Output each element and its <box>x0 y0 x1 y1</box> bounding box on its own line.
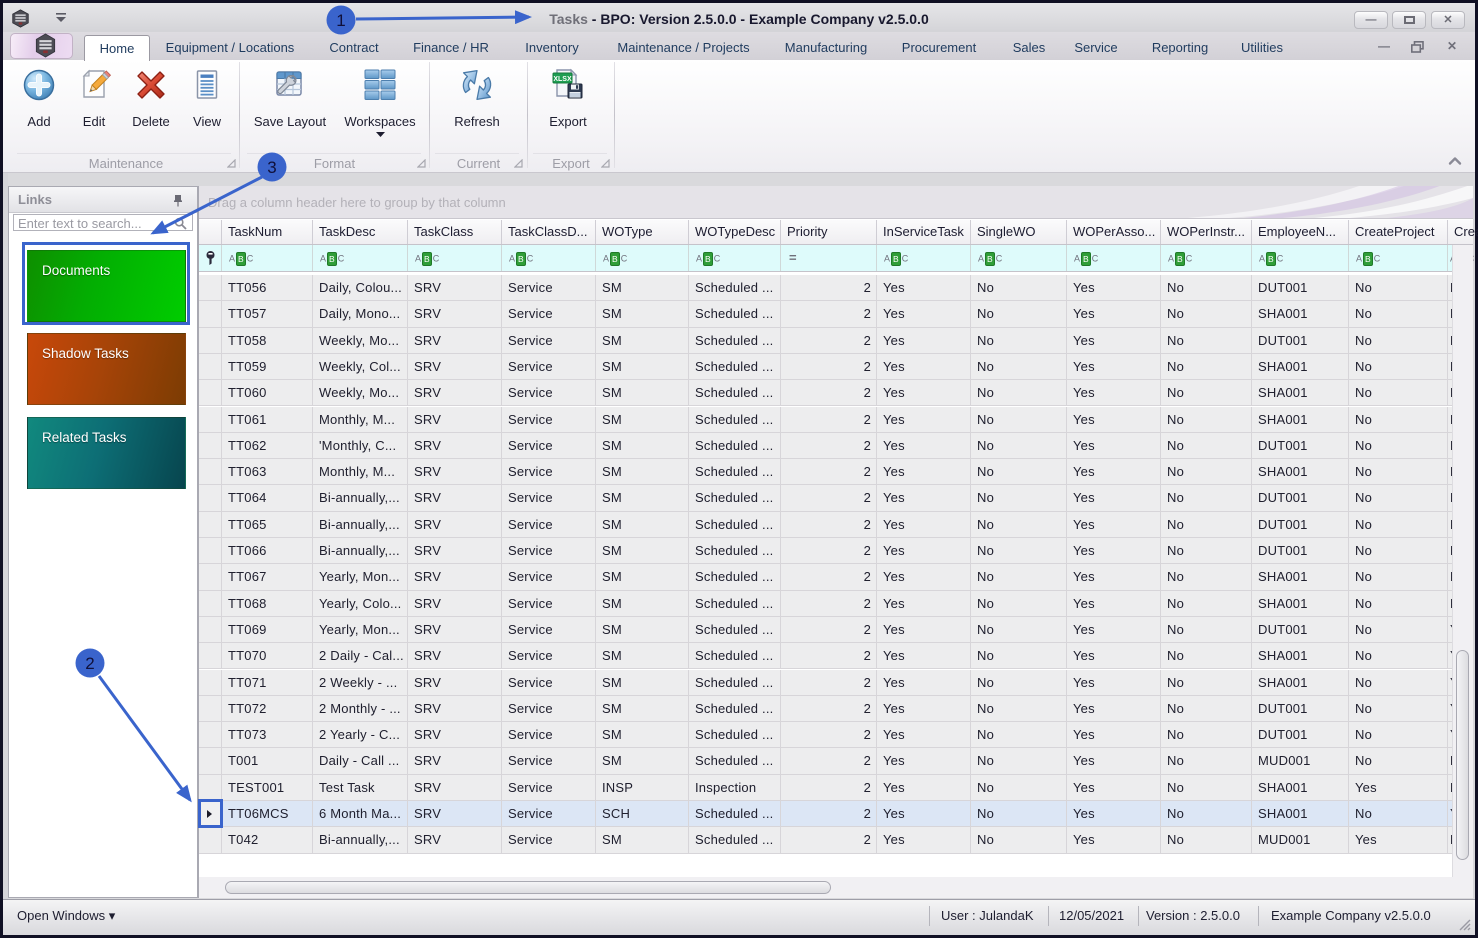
svg-text:XLSX: XLSX <box>553 76 572 83</box>
